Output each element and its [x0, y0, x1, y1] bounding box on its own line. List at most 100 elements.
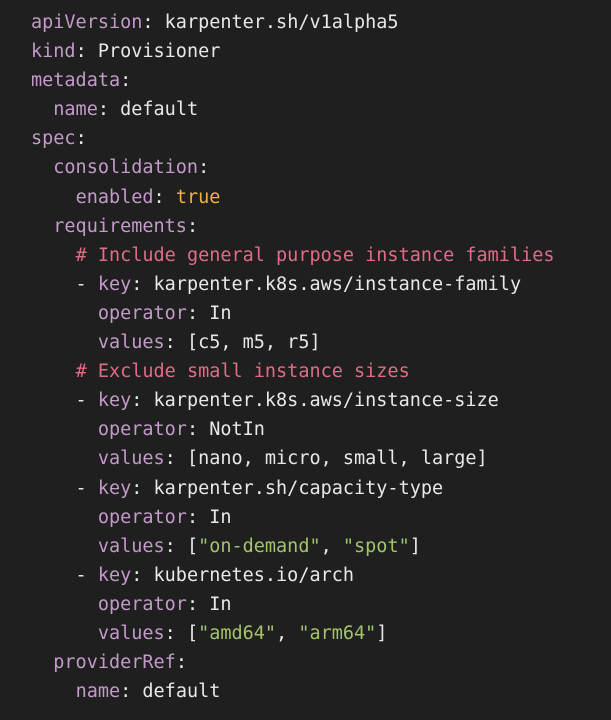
yaml-punctuation: : — [120, 681, 143, 703]
code-line: # Exclude small instance sizes — [31, 357, 611, 386]
yaml-key: name — [53, 99, 98, 121]
yaml-punctuation: ] — [409, 535, 421, 557]
yaml-punctuation: : — [142, 12, 165, 33]
code-line: - key: karpenter.k8s.aws/instance-size — [31, 386, 611, 415]
yaml-key: values — [97, 622, 165, 644]
yaml-punctuation: : — [186, 302, 210, 324]
yaml-key: enabled — [75, 186, 154, 208]
yaml-punctuation: : — [186, 419, 210, 441]
code-line: - key: kubernetes.io/arch — [31, 561, 611, 590]
yaml-comment: # Exclude small instance sizes — [75, 361, 410, 383]
yaml-string: "arm64" — [298, 622, 377, 644]
code-line: values: [nano, micro, small, large] — [31, 444, 611, 473]
yaml-punctuation: [ — [186, 622, 199, 644]
yaml-punctuation: : — [186, 506, 210, 528]
yaml-value: NotIn — [209, 419, 265, 441]
yaml-punctuation: - — [31, 390, 98, 412]
yaml-value: karpenter.sh/v1alpha5 — [164, 12, 399, 33]
yaml-punctuation: : — [164, 332, 187, 354]
yaml-punctuation: : — [131, 477, 154, 499]
yaml-punctuation: , — [276, 622, 299, 644]
code-line: operator: In — [31, 503, 611, 532]
code-line: metadata: — [31, 66, 611, 95]
code-line: operator: In — [31, 590, 611, 619]
yaml-punctuation: : — [131, 564, 154, 586]
yaml-string: "on-demand" — [198, 535, 321, 557]
yaml-value: [c5, m5, r5] — [186, 332, 321, 354]
yaml-key: operator — [97, 506, 187, 528]
code-line: # Include general purpose instance famil… — [31, 241, 611, 270]
yaml-code-block: apiVersion: karpenter.sh/v1alpha5 kind: P… — [0, 0, 611, 720]
yaml-key: key — [97, 477, 132, 499]
yaml-key: apiVersion — [31, 12, 143, 33]
code-line: kind: Provisioner — [31, 37, 611, 66]
yaml-punctuation: - — [31, 564, 98, 586]
code-line: consolidation: — [31, 153, 611, 182]
yaml-value: karpenter.k8s.aws/instance-size — [153, 390, 499, 412]
yaml-punctuation: : — [120, 70, 132, 92]
code-line: - key: karpenter.k8s.aws/instance-family — [31, 270, 611, 299]
yaml-key: spec — [31, 128, 76, 150]
yaml-punctuation: : — [186, 215, 199, 237]
yaml-punctuation: : — [164, 448, 187, 470]
yaml-punctuation: : — [186, 593, 210, 615]
yaml-boolean: true — [175, 186, 221, 208]
yaml-key: key — [97, 273, 132, 295]
code-line: values: [c5, m5, r5] — [31, 328, 611, 357]
yaml-key: operator — [97, 593, 187, 615]
yaml-key: operator — [97, 419, 187, 441]
yaml-punctuation: : — [131, 273, 154, 295]
code-line: values: ["amd64", "arm64"] — [31, 619, 611, 648]
code-line: name: default — [31, 677, 611, 706]
code-line: values: ["on-demand", "spot"] — [31, 532, 611, 561]
yaml-key: kind — [31, 41, 76, 63]
yaml-key: requirements — [53, 215, 187, 237]
yaml-value: kubernetes.io/arch — [153, 564, 355, 586]
yaml-value: karpenter.k8s.aws/instance-family — [153, 273, 522, 295]
yaml-key: values — [97, 332, 165, 354]
yaml-punctuation: [ — [186, 535, 199, 557]
code-line: spec: — [31, 124, 611, 153]
code-line: apiVersion: karpenter.sh/v1alpha5 — [31, 8, 611, 37]
yaml-value: In — [209, 302, 232, 324]
yaml-punctuation: ] — [376, 622, 388, 644]
code-line: name: default — [31, 95, 611, 124]
yaml-punctuation: , — [320, 535, 343, 557]
yaml-value: [nano, micro, small, large] — [186, 448, 488, 470]
yaml-punctuation: : — [75, 41, 98, 63]
yaml-punctuation: : — [97, 99, 121, 121]
yaml-value: Provisioner — [97, 41, 221, 63]
yaml-punctuation: : — [164, 535, 187, 557]
yaml-key: key — [97, 390, 132, 412]
yaml-value: default — [142, 681, 221, 703]
yaml-comment: # Include general purpose instance famil… — [75, 244, 555, 266]
yaml-punctuation: : — [131, 390, 154, 412]
yaml-key: metadata — [31, 70, 121, 92]
yaml-punctuation: : — [153, 186, 176, 208]
code-line: requirements: — [31, 212, 611, 241]
yaml-value: default — [120, 99, 199, 121]
yaml-key: providerRef — [53, 652, 176, 674]
yaml-key: values — [97, 448, 165, 470]
code-line: operator: In — [31, 299, 611, 328]
code-line: operator: NotIn — [31, 415, 611, 444]
yaml-string: "spot" — [342, 535, 410, 557]
yaml-value: In — [209, 593, 232, 615]
yaml-punctuation: : — [175, 652, 187, 674]
yaml-value: In — [209, 506, 232, 528]
yaml-key: name — [75, 681, 121, 703]
code-line: - key: karpenter.sh/capacity-type — [31, 474, 611, 503]
